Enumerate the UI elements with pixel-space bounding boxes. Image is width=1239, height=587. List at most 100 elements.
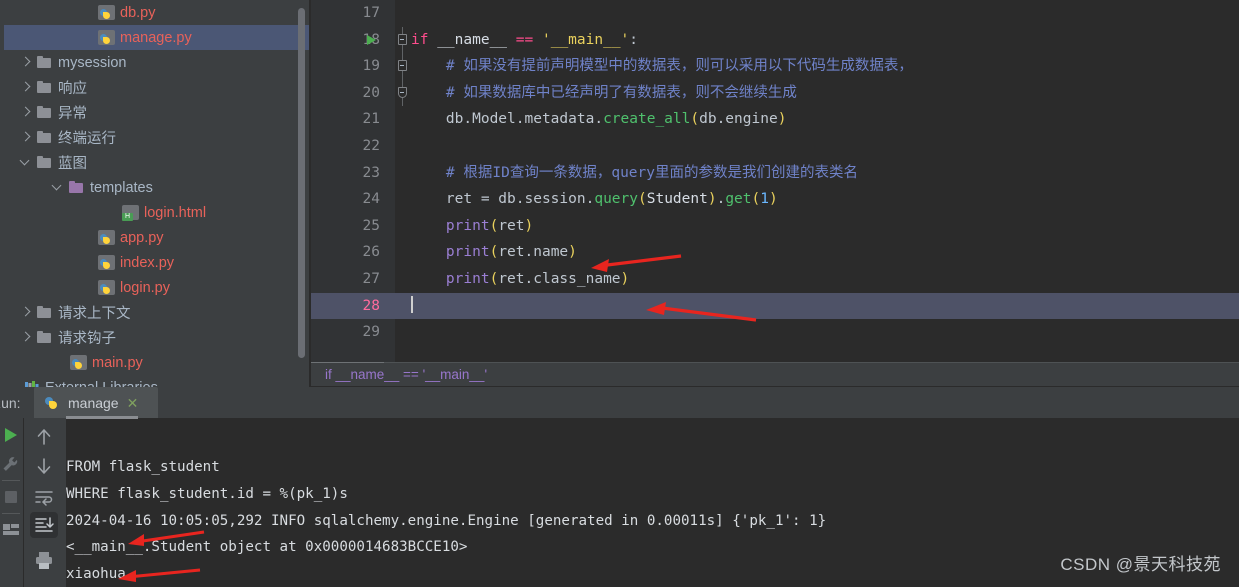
token: ( — [489, 244, 499, 261]
tree-item-异常[interactable]: 异常 — [0, 100, 310, 125]
tree-item-label: manage.py — [120, 29, 192, 46]
tree-item-label: login.html — [144, 204, 207, 221]
chevron-right-icon[interactable] — [20, 81, 33, 94]
code-line-25[interactable]: 25 print(ret) — [311, 213, 1239, 240]
chevron-down-icon[interactable] — [52, 181, 65, 194]
close-icon[interactable]: ✕ — [127, 396, 139, 410]
breadcrumb[interactable]: if __name__ == '__main__' — [311, 363, 1239, 386]
tree-item-蓝图[interactable]: 蓝图 — [0, 150, 310, 175]
chevron-right-icon[interactable] — [20, 306, 33, 319]
code-line-23[interactable]: 23 # 根据ID查询一条数据，query里面的参数是我们创建的表类名 — [311, 160, 1239, 187]
run-console-body[interactable]: FROM flask_student WHERE flask_student.id… — [0, 416, 1239, 587]
tree-item-main.py[interactable]: main.py — [0, 350, 310, 375]
token: print — [445, 270, 490, 287]
tree-item-db.py[interactable]: db.py — [0, 0, 310, 25]
tree-item-login.html[interactable]: login.html — [0, 200, 310, 225]
run-tab-manage[interactable]: manage ✕ — [34, 387, 158, 418]
chevron-down-icon[interactable] — [20, 156, 33, 169]
token: db.session. — [489, 191, 595, 208]
tree-item-响应[interactable]: 响应 — [0, 75, 310, 100]
run-tool-window[interactable]: Run: manage ✕ — [0, 387, 1239, 587]
console-scrollbar[interactable] — [66, 416, 138, 419]
scroll-to-end-icon[interactable] — [33, 514, 55, 536]
fold-toggle-icon[interactable] — [397, 86, 407, 98]
layout-icon[interactable] — [0, 518, 22, 540]
chevron-right-icon[interactable] — [20, 56, 33, 69]
code-folding-region[interactable] — [395, 26, 409, 54]
python-file-icon — [70, 355, 87, 370]
token: '__main__' — [541, 31, 630, 48]
tree-item-login.py[interactable]: login.py — [0, 275, 310, 300]
folder-icon — [36, 104, 53, 121]
settings-wrench-icon[interactable] — [0, 453, 22, 475]
fold-toggle-icon[interactable] — [397, 60, 407, 72]
tree-item-manage.py[interactable]: manage.py — [0, 25, 310, 50]
code-folding-region[interactable] — [395, 53, 409, 80]
print-icon[interactable] — [33, 549, 55, 571]
code-line-24[interactable]: 24 ret = db.session.query(Student).get(1… — [311, 186, 1239, 213]
code-line-21[interactable]: 21 db.Model.metadata.create_all(db.engin… — [311, 106, 1239, 133]
code-line-19[interactable]: 19 # 如果没有提前声明模型中的数据表，则可以采用以下代码生成数据表， — [311, 53, 1239, 80]
code-line-text: print(ret.name) — [411, 239, 577, 266]
tree-item-templates[interactable]: templates — [0, 175, 310, 200]
code-line-26[interactable]: 26 print(ret.name) — [311, 239, 1239, 266]
code-line-20[interactable]: 20 # 如果数据库中已经声明了有数据表，则不会继续生成 — [311, 79, 1239, 107]
line-number: 24 — [362, 191, 380, 208]
code-line-29[interactable]: 29 — [311, 319, 1239, 346]
run-icon[interactable] — [0, 424, 22, 446]
token: ( — [751, 191, 761, 208]
code-line-text: # 如果没有提前声明模型中的数据表，则可以采用以下代码生成数据表， — [411, 53, 913, 80]
arrow-down-icon[interactable] — [33, 455, 55, 477]
tree-item-label: templates — [90, 179, 153, 196]
tree-item-终端运行[interactable]: 终端运行 — [0, 125, 310, 150]
folder-icon — [36, 54, 53, 71]
tree-item-mysession[interactable]: mysession — [0, 50, 310, 75]
arrow-up-icon[interactable] — [33, 426, 55, 448]
csdn-watermark: CSDN @景天科技苑 — [1060, 555, 1221, 574]
run-primary-toolbar[interactable] — [0, 418, 23, 587]
chevron-right-icon[interactable] — [20, 131, 33, 144]
project-tree-rows[interactable]: db.py manage.py mysession 响应 异常终端运行蓝图 templat… — [0, 0, 310, 390]
tree-editor-divider[interactable] — [309, 0, 310, 390]
token: == — [515, 31, 534, 48]
python-file-icon — [44, 395, 60, 411]
run-secondary-toolbar[interactable] — [24, 418, 66, 587]
code-line-18[interactable]: 18 if __name__ == '__main__': — [311, 26, 1239, 54]
python-file-icon — [98, 230, 115, 245]
tree-item-label: 终端运行 — [58, 131, 116, 147]
stop-icon[interactable] — [0, 486, 22, 508]
token: ( — [690, 111, 700, 128]
token: __name__ — [437, 31, 508, 48]
token: 1 — [760, 191, 769, 208]
token: print — [445, 217, 490, 234]
run-gutter-icon[interactable] — [367, 34, 376, 45]
tree-item-app.py[interactable]: app.py — [0, 225, 310, 250]
code-editor[interactable]: 17 18 if __name__ == '__main__': 19 # 如果没有提… — [311, 0, 1239, 362]
fold-toggle-icon[interactable] — [397, 33, 407, 45]
project-tree-scrollbar[interactable] — [298, 8, 305, 358]
token: print — [445, 244, 490, 261]
code-line-28[interactable]: 28 — [311, 292, 1239, 320]
chevron-right-icon[interactable] — [20, 106, 33, 119]
code-line-27[interactable]: 27 print(ret.class_name) — [311, 266, 1239, 293]
python-file-icon — [98, 5, 115, 20]
project-tree-panel[interactable]: db.py manage.py mysession 响应 异常终端运行蓝图 templat… — [0, 0, 310, 390]
code-folding-region[interactable] — [395, 79, 409, 107]
code-line-22[interactable]: 22 — [311, 133, 1239, 160]
token: query — [594, 191, 638, 208]
token: ) — [777, 111, 787, 128]
line-number: 22 — [362, 137, 380, 154]
editor-code-lines[interactable]: 17 18 if __name__ == '__main__': 19 # 如果没有提… — [311, 0, 1239, 346]
tree-item-请求上下文[interactable]: 请求上下文 — [0, 300, 310, 325]
chevron-right-icon[interactable] — [20, 331, 33, 344]
folder-icon — [36, 329, 53, 346]
soft-wrap-icon[interactable] — [33, 486, 55, 508]
tree-item-请求钩子[interactable]: 请求钩子 — [0, 325, 310, 350]
tree-item-label: 蓝图 — [58, 156, 87, 172]
code-line-17[interactable]: 17 — [311, 0, 1239, 27]
console-line: WHERE flask_student.id = %(pk_1)s — [66, 485, 348, 502]
code-line-text: print(ret) — [411, 213, 533, 240]
tree-item-index.py[interactable]: index.py — [0, 250, 310, 275]
token: ret — [498, 217, 525, 234]
